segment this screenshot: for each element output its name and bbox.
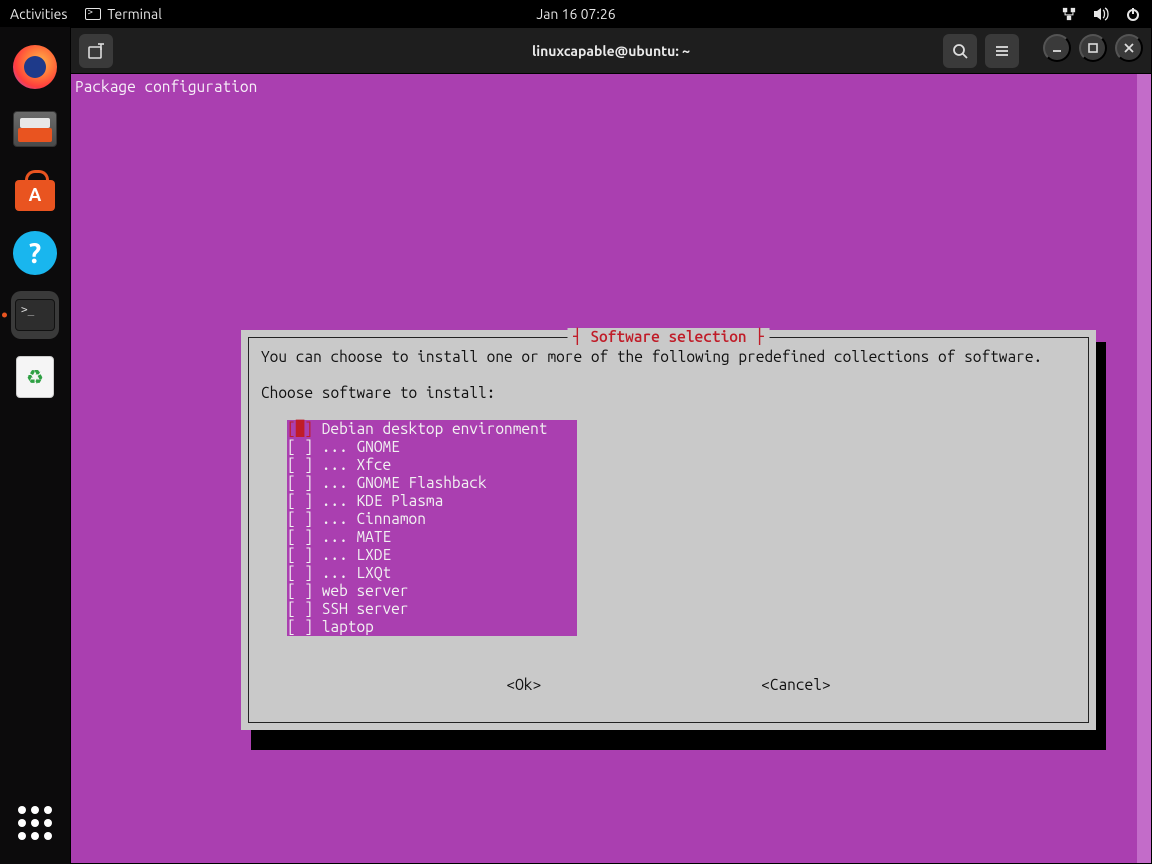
power-icon[interactable]	[1124, 5, 1142, 23]
dialog-button-row: <Ok> <Cancel>	[249, 676, 1088, 694]
terminal-body[interactable]: Package configuration ┤ Software selecti…	[71, 74, 1151, 863]
network-icon[interactable]	[1060, 5, 1078, 23]
software-icon	[15, 171, 55, 211]
dialog-title: ┤ Software selection ├	[567, 328, 770, 346]
dialog-prompt: Choose software to install:	[261, 384, 495, 402]
window-title: linuxcapable@ubuntu: ~	[532, 43, 690, 59]
dock-app-terminal[interactable]	[11, 291, 59, 339]
help-icon: ?	[13, 231, 57, 275]
volume-icon[interactable]	[1092, 5, 1110, 23]
list-item[interactable]: [ ] ... LXQt	[287, 564, 577, 582]
package-configuration-header: Package configuration	[71, 74, 1151, 100]
gnome-top-panel: Activities Terminal Jan 16 07:26	[0, 0, 1152, 27]
list-item[interactable]: [█] Debian desktop environment	[287, 420, 577, 438]
window-close-button[interactable]	[1115, 34, 1143, 62]
new-tab-button[interactable]	[79, 34, 113, 68]
list-item[interactable]: [ ] ... Cinnamon	[287, 510, 577, 528]
dock-app-firefox[interactable]	[11, 43, 59, 91]
current-app-label: Terminal	[107, 6, 162, 22]
terminal-icon	[85, 8, 101, 20]
list-item[interactable]: [ ] ... GNOME Flashback	[287, 474, 577, 492]
files-icon	[13, 111, 57, 147]
list-item[interactable]: [ ] SSH server	[287, 600, 577, 618]
list-item[interactable]: [ ] ... MATE	[287, 528, 577, 546]
list-item[interactable]: [ ] ... GNOME	[287, 438, 577, 456]
terminal-app-icon	[15, 299, 55, 331]
ok-button[interactable]: <Ok>	[506, 676, 541, 694]
terminal-window: linuxcapable@ubuntu: ~ Package configura…	[70, 27, 1152, 864]
software-list[interactable]: [█] Debian desktop environment [ ] ... G…	[287, 420, 577, 636]
list-item[interactable]: [ ] web server	[287, 582, 577, 600]
current-app-indicator[interactable]: Terminal	[85, 6, 162, 22]
ubuntu-dock: ?	[0, 27, 70, 864]
list-item[interactable]: [ ] laptop	[287, 618, 577, 636]
dock-app-trash[interactable]	[11, 353, 59, 401]
terminal-scrollbar[interactable]	[1137, 74, 1151, 863]
show-applications-button[interactable]	[18, 806, 52, 840]
firefox-icon	[13, 45, 57, 89]
trash-icon	[16, 356, 54, 398]
cancel-button[interactable]: <Cancel>	[761, 676, 830, 694]
dialog-description: You can choose to install one or more of…	[261, 348, 1076, 366]
clock[interactable]: Jan 16 07:26	[536, 6, 615, 22]
list-item[interactable]: [ ] ... Xfce	[287, 456, 577, 474]
window-minimize-button[interactable]	[1043, 34, 1071, 62]
dock-app-help[interactable]: ?	[11, 229, 59, 277]
software-selection-dialog: ┤ Software selection ├ You can choose to…	[241, 330, 1096, 730]
list-item[interactable]: [ ] ... LXDE	[287, 546, 577, 564]
window-maximize-button[interactable]	[1079, 34, 1107, 62]
activities-button[interactable]: Activities	[10, 6, 67, 22]
dialog-frame: ┤ Software selection ├ You can choose to…	[248, 337, 1089, 723]
search-button[interactable]	[943, 34, 977, 68]
list-item[interactable]: [ ] ... KDE Plasma	[287, 492, 577, 510]
hamburger-menu-button[interactable]	[985, 34, 1019, 68]
dock-app-software[interactable]	[11, 167, 59, 215]
window-titlebar: linuxcapable@ubuntu: ~	[71, 28, 1151, 74]
dock-app-files[interactable]	[11, 105, 59, 153]
